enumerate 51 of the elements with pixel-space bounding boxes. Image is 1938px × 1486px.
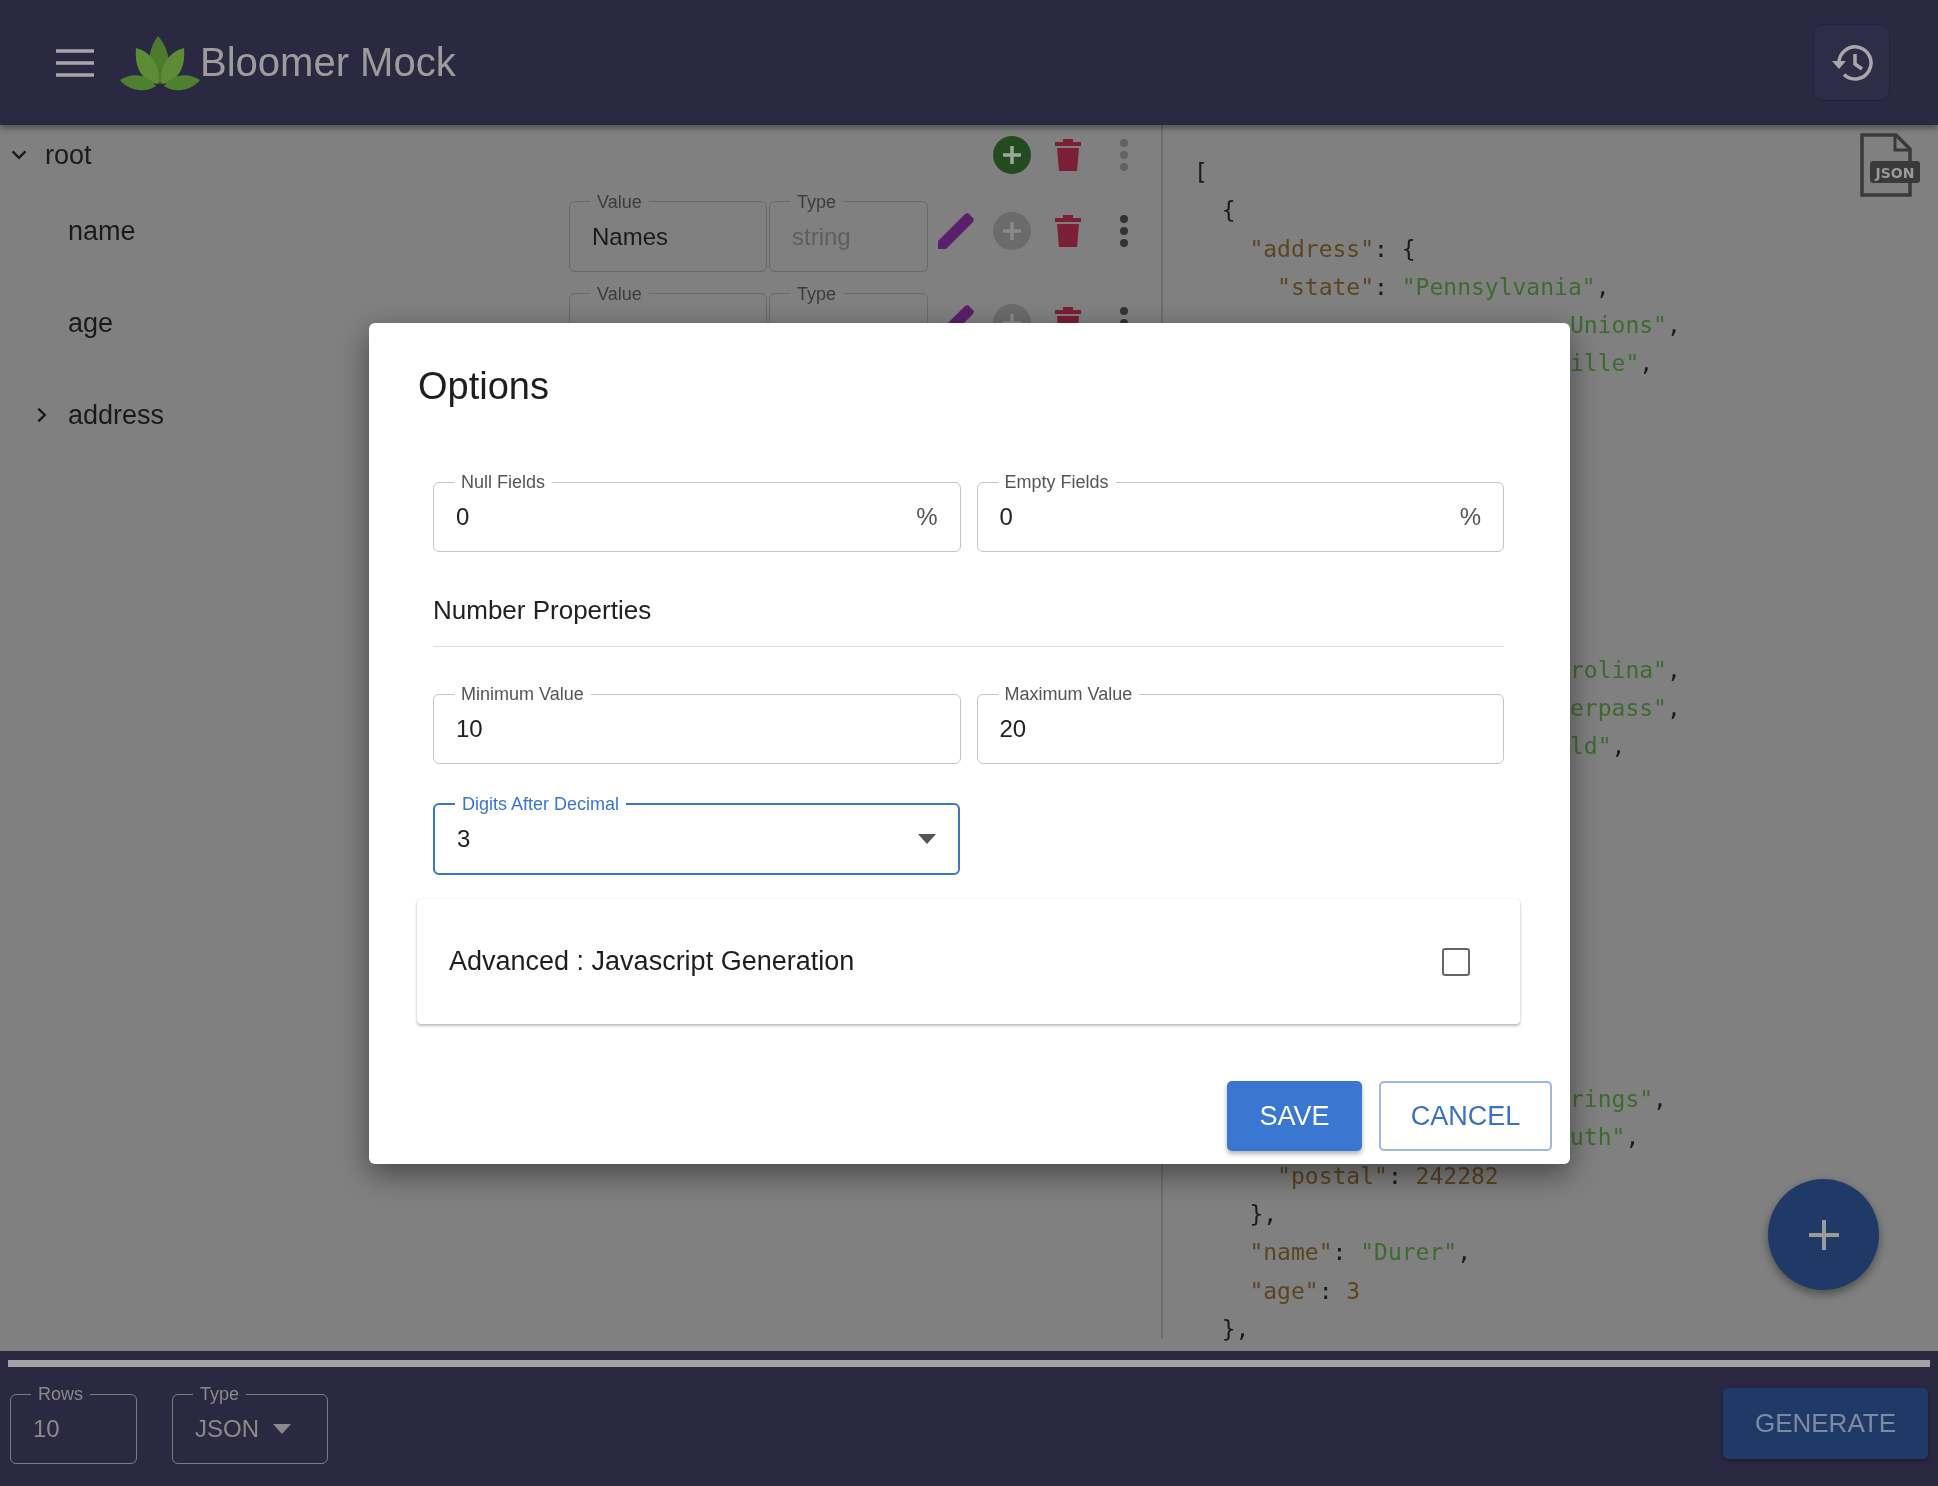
percent-suffix: % — [1459, 503, 1481, 531]
dialog-title: Options — [418, 364, 550, 409]
code-line: { — [1220, 196, 1236, 226]
code-line: rings", — [1570, 1085, 1667, 1115]
field-label: Digits After Decimal — [461, 793, 621, 815]
code-line: "address": { — [1248, 234, 1416, 264]
more-icon[interactable] — [1119, 214, 1129, 248]
menu-icon[interactable] — [56, 48, 94, 77]
code-line: "postal": 242282 — [1276, 1161, 1499, 1191]
field-label: Rows — [37, 1383, 84, 1405]
code-line: ld", — [1570, 732, 1626, 762]
code-line: "age": 3 — [1248, 1276, 1361, 1306]
cancel-button[interactable]: CANCEL — [1379, 1081, 1552, 1151]
checkbox[interactable] — [1442, 947, 1470, 976]
caret-icon — [273, 1424, 291, 1434]
field-label: Type — [796, 190, 838, 213]
caret-icon — [918, 834, 936, 844]
code-line: }, — [1220, 1314, 1250, 1344]
field-label: Value — [596, 190, 643, 213]
code-line: ille", — [1570, 349, 1654, 379]
field-label: Type — [796, 282, 838, 305]
field-label: Empty Fields — [1003, 471, 1110, 493]
tree-item-label[interactable]: root — [45, 139, 984, 171]
field-label: Type — [199, 1383, 241, 1405]
app-title: Bloomer Mock — [200, 40, 456, 85]
section-title: Number Properties — [433, 594, 1504, 647]
code-line: "state": "Pennsylvania", — [1276, 272, 1610, 302]
history-button[interactable] — [1813, 24, 1890, 101]
code-line: uth", — [1570, 1123, 1640, 1153]
code-line: erpass", — [1570, 694, 1681, 724]
generate-button[interactable]: GENERATE — [1723, 1388, 1928, 1459]
code-line: Unions", — [1570, 311, 1681, 341]
history-icon — [1829, 42, 1874, 83]
add-button[interactable] — [1768, 1179, 1879, 1290]
plus-icon — [1806, 1217, 1841, 1252]
pencil-icon[interactable] — [938, 213, 974, 249]
field-label: Null Fields — [460, 471, 547, 493]
delete-icon[interactable] — [1055, 215, 1081, 247]
field-label: Maximum Value — [1003, 683, 1134, 705]
percent-suffix: % — [916, 503, 938, 531]
save-button[interactable]: SAVE — [1227, 1081, 1362, 1151]
advanced-label: Advanced : Javascript Generation — [449, 946, 855, 977]
delete-icon[interactable] — [1055, 139, 1081, 171]
code-line: [ — [1194, 158, 1208, 187]
code-line: }, — [1248, 1200, 1278, 1230]
code-line: "name": "Durer", — [1248, 1238, 1471, 1268]
field-label: Minimum Value — [460, 683, 585, 705]
code-line: rolina", — [1570, 655, 1681, 685]
tree-item-label[interactable]: name — [68, 215, 569, 247]
add-icon[interactable] — [993, 136, 1031, 174]
field-label: Value — [596, 282, 643, 305]
